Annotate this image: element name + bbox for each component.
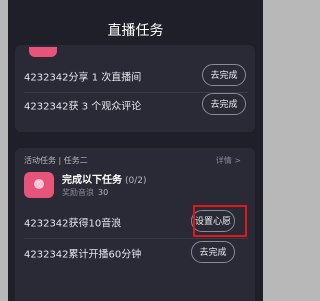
task-row: 4232342累计开播60分钟 去完成: [24, 241, 256, 265]
page-title: 直播任务: [107, 23, 164, 39]
go-complete-button[interactable]: 去完成: [202, 64, 246, 86]
gift-box-icon: [24, 172, 54, 198]
go-complete-button[interactable]: 去完成: [191, 241, 235, 263]
task-label: 4232342累计开播60分钟: [24, 249, 142, 261]
section-label: 活动任务 | 任务二: [24, 156, 88, 165]
task-card-daily: [15, 45, 255, 132]
task-row: 4232342分享 1 次直播间 去完成: [24, 64, 256, 88]
divider: [24, 238, 248, 239]
group-title: 完成以下任务 (0/2): [62, 171, 147, 186]
go-complete-button[interactable]: 去完成: [202, 93, 246, 115]
live-task-panel: 直播任务 4232342分享 1 次直播间 去完成 4232342获 3 个观众…: [8, 0, 263, 301]
progress-count: (0/2): [125, 176, 147, 186]
task-row: 4232342获 3 个观众评论 去完成: [24, 93, 256, 117]
reward-info: 奖励音浪 30: [62, 187, 108, 198]
reward-label: 奖励音浪: [62, 188, 94, 197]
highlight-box: [193, 205, 247, 237]
reward-value: 30: [98, 188, 109, 197]
task-label: 4232342获 3 个观众评论: [24, 101, 142, 113]
group-title-text: 完成以下任务: [62, 175, 122, 186]
task-label: 4232342分享 1 次直播间: [24, 72, 142, 84]
task-label: 4232342获得10音浪: [24, 218, 122, 230]
details-link[interactable]: 详情 >: [216, 155, 241, 166]
gift-icon: [29, 47, 57, 57]
